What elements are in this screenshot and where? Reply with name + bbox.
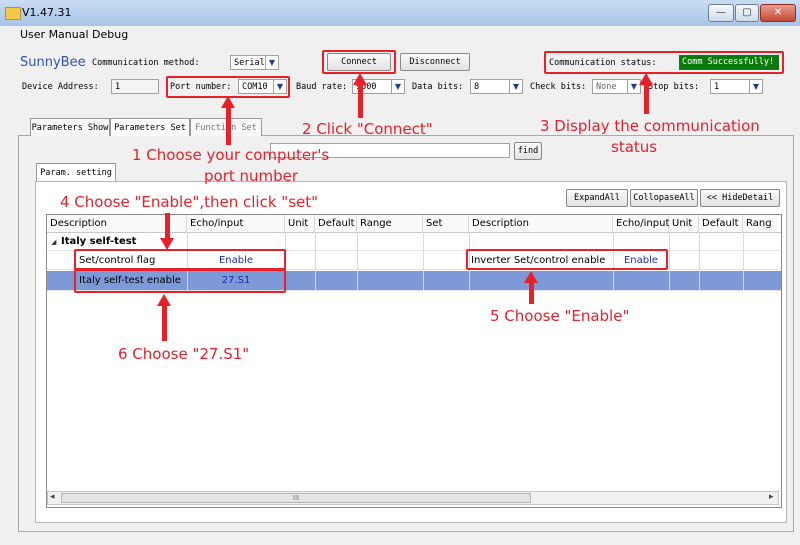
brand-label: SunnyBee [20,55,86,70]
chevron-down-icon[interactable]: ▼ [391,79,405,94]
col-header-set[interactable]: Set [423,215,469,232]
col-header-default[interactable]: Default [315,215,357,232]
arrow-shaft [165,213,170,239]
grid-line [743,232,744,291]
menu-user-manual[interactable]: User Manual [20,28,89,41]
highlight-port [166,76,290,98]
hide-detail-button[interactable]: << HideDetail [700,189,780,207]
stop-bits-label: Stop bits: [648,82,700,92]
annotation-4: 4 Choose "Enable",then click "set" [60,193,319,211]
grid-line [699,232,700,291]
chevron-down-icon[interactable]: ▼ [749,79,763,94]
scroll-thumb[interactable]: III [61,493,531,503]
col-header-range[interactable]: Range [357,215,423,232]
arrow-down-icon [160,238,174,250]
highlight-connect [322,50,396,74]
tab-param-setting[interactable]: Param. setting [36,163,116,181]
highlight-status [544,51,784,74]
annotation-5: 5 Choose "Enable" [490,307,630,325]
scroll-left-icon[interactable]: ◂ [50,492,55,502]
annotation-3a: 3 Display the communication [540,117,760,135]
arrow-shaft [162,305,167,341]
chevron-down-icon[interactable]: ▼ [265,55,279,70]
annotation-1b: port number [204,167,299,185]
arrow-shaft [226,107,231,145]
stop-bits-select[interactable]: 1 [710,79,750,94]
maximize-button[interactable]: ▢ [735,4,759,22]
check-bits-label: Check bits: [530,82,587,92]
highlight-set-control-flag [74,249,286,270]
comm-method-label: Communication method: [92,58,200,68]
grid-line [669,232,670,291]
col-header-unit[interactable]: Unit [285,215,315,232]
device-address-input[interactable]: 1 [111,79,159,94]
annotation-6: 6 Choose "27.S1" [118,345,250,363]
tab-parameters-set[interactable]: Parameters Set [110,118,190,136]
col-header-description-2[interactable]: Description [469,215,613,232]
window-title: V1.47.31 [22,6,72,19]
annotation-3b: status [611,138,658,156]
minimize-button[interactable]: — [708,4,734,22]
data-bits-label: Data bits: [412,82,464,92]
col-header-echo-input-2[interactable]: Echo/input [613,215,669,232]
baud-rate-label: Baud rate: [296,82,348,92]
check-bits-select[interactable]: None [592,79,628,94]
collapse-all-button[interactable]: CollopaseAll [630,189,698,207]
scroll-right-icon[interactable]: ▸ [769,492,774,502]
col-header-unit-2[interactable]: Unit [669,215,699,232]
arrow-shaft [529,282,534,304]
device-address-label: Device Address: [22,82,99,92]
menu-debug[interactable]: Debug [92,28,128,41]
expand-all-button[interactable]: ExpandAll [566,189,628,207]
expand-icon[interactable]: ◢ [51,233,56,251]
app-icon [5,7,21,20]
col-header-range-2[interactable]: Rang [743,215,781,232]
arrow-shaft [644,84,649,114]
disconnect-button[interactable]: Disconnect [400,53,470,71]
annotation-1a: 1 Choose your computer's [132,146,330,164]
title-bar [0,0,800,27]
grid-line [315,232,316,291]
highlight-inverter-enable [466,249,668,270]
tab-parameters-show[interactable]: Parameters Show [30,118,110,136]
annotation-2: 2 Click "Connect" [302,120,433,138]
grid-line [357,232,358,291]
arrow-shaft [358,84,363,118]
close-button[interactable]: ✕ [760,4,796,22]
row-echo-input-2[interactable] [613,272,669,290]
col-header-echo-input[interactable]: Echo/input [187,215,285,232]
comm-method-select[interactable]: Serial [230,55,266,70]
highlight-self-test-enable [74,269,286,293]
col-header-default-2[interactable]: Default [699,215,743,232]
find-button[interactable]: find [514,142,542,160]
data-bits-select[interactable]: 8 [470,79,510,94]
chevron-down-icon[interactable]: ▼ [509,79,523,94]
grid-line [423,232,424,291]
